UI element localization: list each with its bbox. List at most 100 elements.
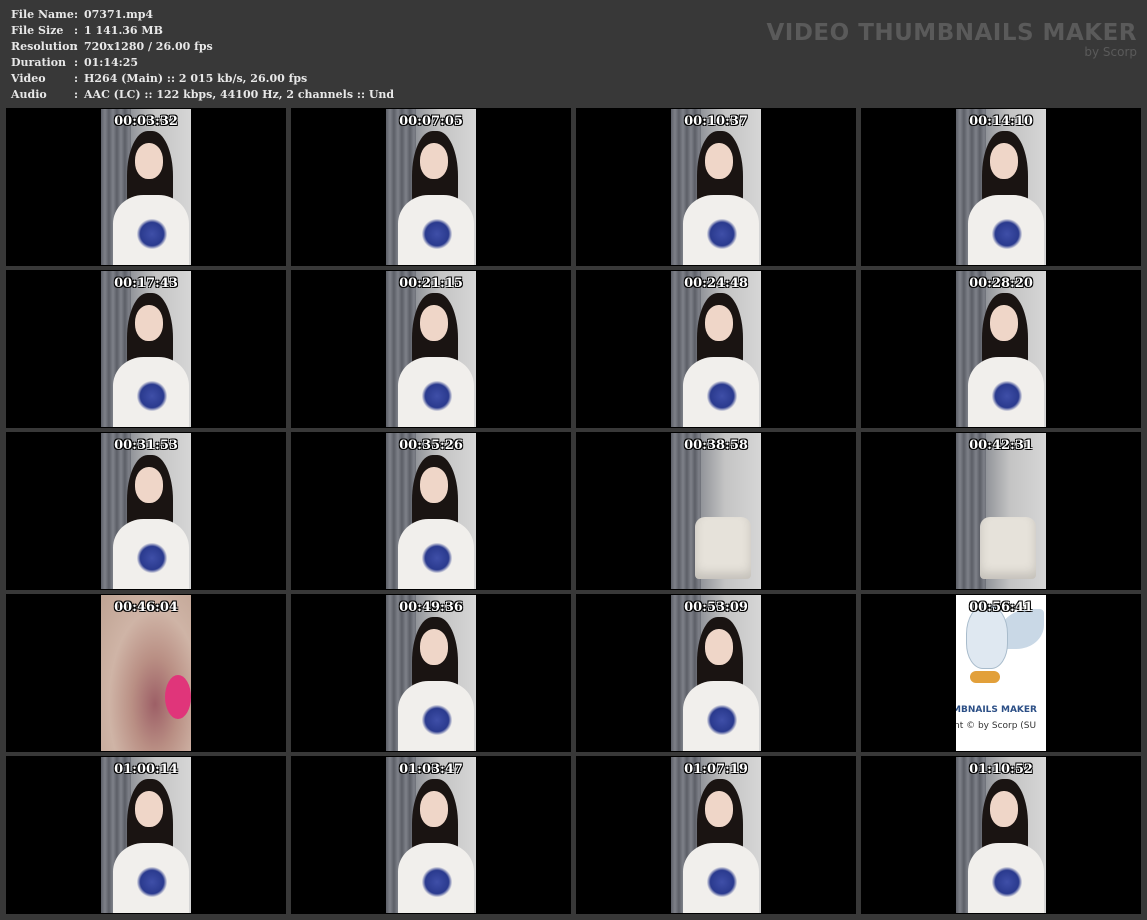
- info-row-video: Video : H264 (Main) :: 2 015 kb/s, 26.00…: [11, 71, 394, 87]
- thumbnail-cell[interactable]: 00:49:36: [291, 594, 571, 752]
- timestamp-label: 00:10:37: [684, 114, 748, 129]
- timestamp-label: 00:17:43: [114, 276, 178, 291]
- face: [990, 143, 1018, 179]
- face: [420, 143, 448, 179]
- thumbnail-grid: 00:03:32 00:07:05 00:10:37 00:14:10 00:17:43…: [6, 108, 1141, 914]
- thumbnail-image: [101, 271, 191, 427]
- brand-subtitle: by Scorp: [1084, 45, 1137, 59]
- timestamp-label: 00:14:10: [969, 114, 1033, 129]
- thumbnail-image: [386, 433, 476, 589]
- shirt-print: [422, 705, 452, 735]
- info-value: 07371.mp4: [84, 8, 154, 21]
- timestamp-label: 01:07:19: [684, 762, 748, 777]
- person-figure: [101, 271, 191, 427]
- shirt-print: [422, 867, 452, 897]
- shirt-print: [992, 219, 1022, 249]
- scroll-icon: [970, 671, 1000, 683]
- shirt-print: [707, 867, 737, 897]
- face: [420, 305, 448, 341]
- shirt-print: [422, 381, 452, 411]
- info-key: Video: [11, 72, 46, 85]
- thumbnail-image: [101, 109, 191, 265]
- person-figure: [101, 109, 191, 265]
- shirt-print: [422, 543, 452, 573]
- face: [135, 305, 163, 341]
- info-value: 01:14:25: [84, 56, 139, 69]
- thumbnail-cell[interactable]: MBNAILS MAKER nt © by Scorp (SU 00:56:41: [861, 594, 1141, 752]
- face: [705, 143, 733, 179]
- thumbnail-image: [956, 271, 1046, 427]
- info-value: H264 (Main) :: 2 015 kb/s, 26.00 fps: [84, 72, 308, 85]
- timestamp-label: 01:03:47: [399, 762, 463, 777]
- person-figure: [386, 433, 476, 589]
- shirt-print: [137, 543, 167, 573]
- logo-background: MBNAILS MAKER nt © by Scorp (SU: [956, 595, 1046, 751]
- info-row-audio: Audio : AAC (LC) :: 122 kbps, 44100 Hz, …: [11, 87, 394, 103]
- shirt-print: [707, 219, 737, 249]
- timestamp-label: 00:03:32: [114, 114, 178, 129]
- shirt-print: [707, 381, 737, 411]
- face: [705, 305, 733, 341]
- face: [135, 143, 163, 179]
- thumbnail-cell[interactable]: 00:21:15: [291, 270, 571, 428]
- person-figure: [386, 109, 476, 265]
- thumbnail-cell[interactable]: 00:10:37: [576, 108, 856, 266]
- thumbnail-image: MBNAILS MAKER nt © by Scorp (SU: [956, 595, 1046, 751]
- thumbnail-cell[interactable]: 01:07:19: [576, 756, 856, 914]
- face: [705, 791, 733, 827]
- thumbnail-cell[interactable]: 00:07:05: [291, 108, 571, 266]
- thumbnail-cell[interactable]: 00:53:09: [576, 594, 856, 752]
- info-key: File Name: [11, 8, 74, 21]
- info-key: Duration: [11, 56, 67, 69]
- info-separator: :: [74, 56, 79, 69]
- thumbnail-image: [956, 757, 1046, 913]
- thumbnail-cell[interactable]: 00:46:04: [6, 594, 286, 752]
- timestamp-label: 01:10:52: [969, 762, 1033, 777]
- thumbnail-image: [956, 109, 1046, 265]
- thumbnail-cell[interactable]: 00:17:43: [6, 270, 286, 428]
- face: [135, 791, 163, 827]
- face: [705, 629, 733, 665]
- timestamp-label: 00:35:26: [399, 438, 463, 453]
- timestamp-label: 00:31:53: [114, 438, 178, 453]
- shirt-print: [992, 867, 1022, 897]
- thumbnail-cell[interactable]: 00:35:26: [291, 432, 571, 590]
- info-row-resolution: Resolution : 720x1280 / 26.00 fps: [11, 39, 394, 55]
- thumbnail-cell[interactable]: 00:38:58: [576, 432, 856, 590]
- timestamp-label: 01:00:14: [114, 762, 178, 777]
- chair: [980, 517, 1036, 579]
- thumbnail-cell[interactable]: 00:31:53: [6, 432, 286, 590]
- shirt-print: [992, 381, 1022, 411]
- info-value: 1 141.36 MB: [84, 24, 163, 37]
- pink-object: [165, 675, 191, 719]
- timestamp-label: 00:42:31: [969, 438, 1033, 453]
- thumbnail-cell[interactable]: 00:14:10: [861, 108, 1141, 266]
- shirt-print: [422, 219, 452, 249]
- closeup-scene: [101, 595, 191, 751]
- thumbnail-cell[interactable]: 00:03:32: [6, 108, 286, 266]
- brand-watermark: VIDEO THUMBNAILS MAKER by Scorp: [766, 20, 1137, 59]
- thumbnail-cell[interactable]: 01:10:52: [861, 756, 1141, 914]
- logo-copyright: nt © by Scorp (SU: [956, 721, 1037, 731]
- thumbnail-cell[interactable]: 00:28:20: [861, 270, 1141, 428]
- timestamp-label: 00:07:05: [399, 114, 463, 129]
- person-figure: [101, 433, 191, 589]
- person-figure: [386, 757, 476, 913]
- thumbnail-cell[interactable]: 01:00:14: [6, 756, 286, 914]
- face: [420, 629, 448, 665]
- thumbnail-cell[interactable]: 01:03:47: [291, 756, 571, 914]
- info-header: File Name : 07371.mp4 File Size : 1 141.…: [0, 0, 1147, 108]
- shirt-print: [137, 381, 167, 411]
- logo-text: MBNAILS MAKER: [956, 705, 1037, 715]
- thumbnail-cell[interactable]: 00:24:48: [576, 270, 856, 428]
- file-info: File Name : 07371.mp4 File Size : 1 141.…: [11, 7, 394, 103]
- person-figure: [671, 271, 761, 427]
- shirt-print: [137, 867, 167, 897]
- person-figure: [956, 757, 1046, 913]
- face: [990, 791, 1018, 827]
- thumbnail-cell[interactable]: 00:42:31: [861, 432, 1141, 590]
- info-key: File Size: [11, 24, 64, 37]
- face: [990, 305, 1018, 341]
- info-key: Resolution: [11, 40, 78, 53]
- shirt-print: [707, 705, 737, 735]
